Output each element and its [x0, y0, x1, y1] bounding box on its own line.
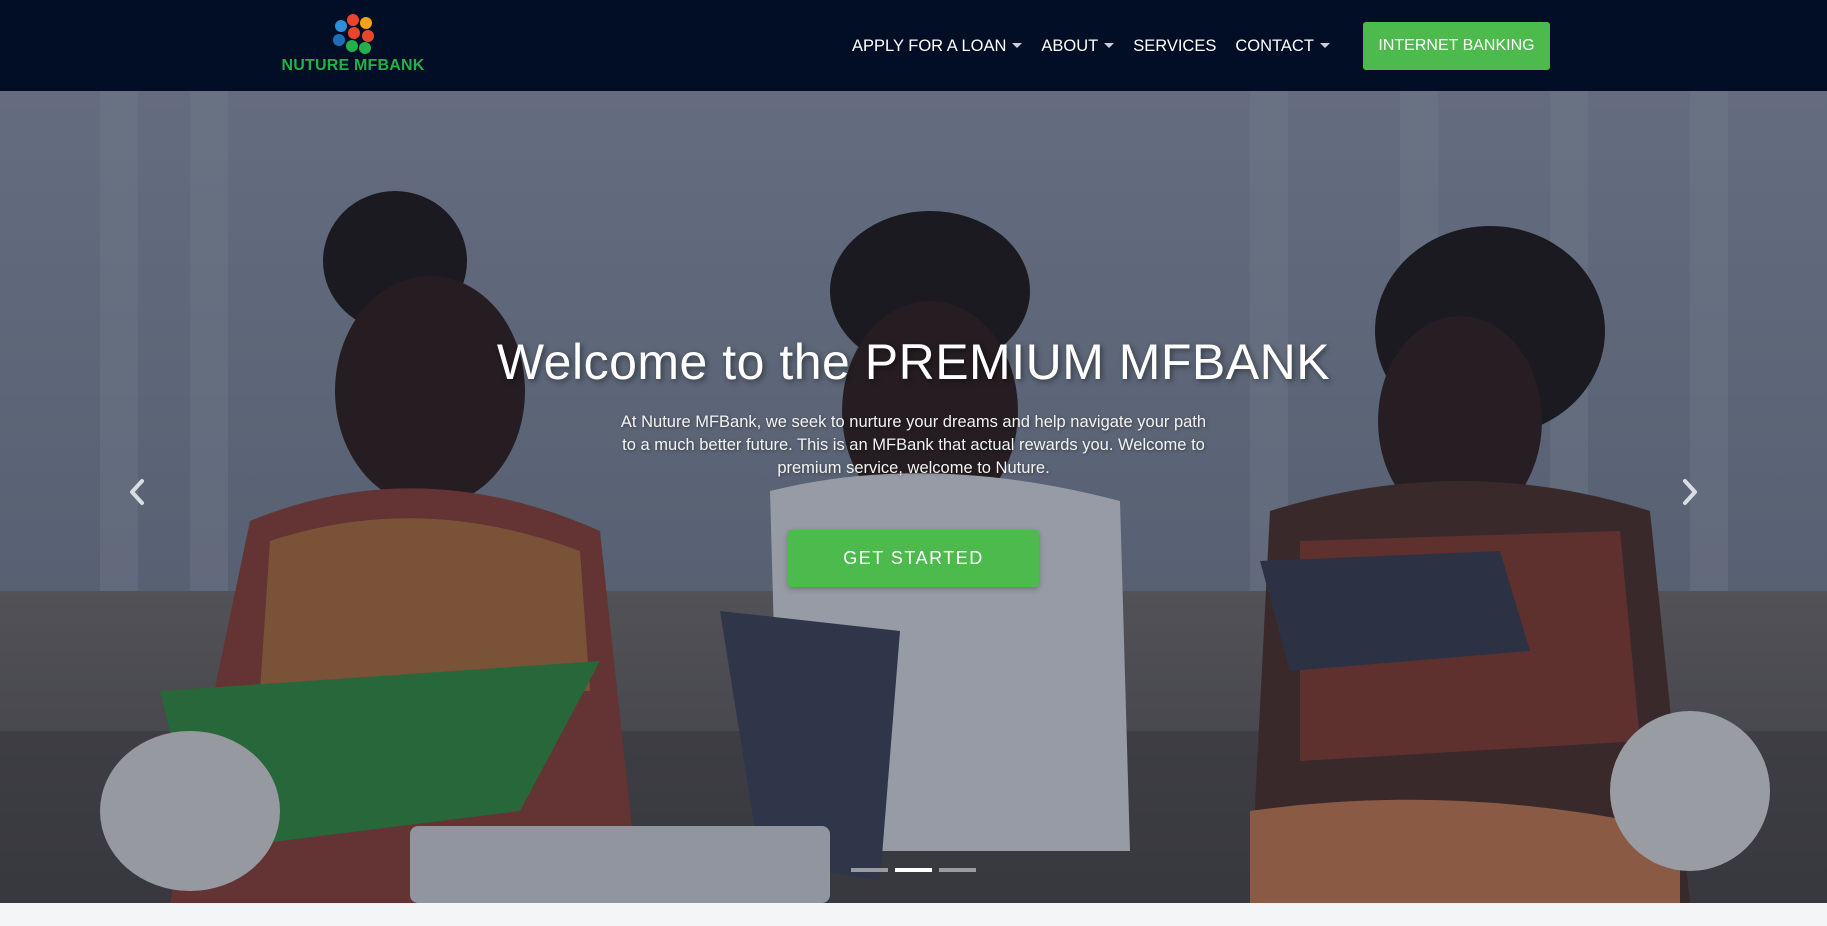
dotted-circle-logo-icon — [331, 14, 375, 54]
carousel-indicator-2[interactable] — [895, 868, 932, 872]
internet-banking-button[interactable]: INTERNET BANKING — [1363, 22, 1550, 70]
caret-down-icon — [1104, 42, 1115, 48]
nav-item-label: ABOUT — [1041, 36, 1099, 55]
nav-item-services[interactable]: SERVICES — [1133, 37, 1216, 56]
carousel-indicator-1[interactable] — [851, 868, 888, 872]
hero-title: Welcome to the PREMIUM MFBANK — [496, 334, 1331, 390]
nav-item-label: SERVICES — [1133, 36, 1217, 55]
carousel-next-button[interactable] — [1670, 472, 1710, 512]
nav-item-about[interactable]: ABOUT — [1041, 36, 1115, 56]
next-section-edge — [0, 903, 1827, 926]
hero-overlay — [0, 91, 1827, 903]
nav-item-apply-for-a-loan[interactable]: APPLY FOR A LOAN — [852, 36, 1023, 56]
nav-item-contact[interactable]: CONTACT — [1235, 37, 1330, 56]
chevron-left-icon — [130, 479, 144, 505]
brand-logo-link[interactable]: NUTURE MFBANK — [277, 14, 429, 76]
hero-carousel: Welcome to the PREMIUM MFBANK At Nuture … — [0, 91, 1827, 903]
top-navbar: NUTURE MFBANK APPLY FOR A LOAN ABOUT SER… — [0, 0, 1827, 91]
chevron-right-icon — [1683, 479, 1697, 505]
nav-item-label: CONTACT — [1235, 36, 1314, 55]
caret-down-icon — [1319, 42, 1330, 48]
get-started-button[interactable]: GET STARTED — [788, 530, 1039, 587]
carousel-indicator-3[interactable] — [939, 868, 976, 872]
nav-item-label: APPLY FOR A LOAN — [852, 36, 1007, 55]
carousel-indicators — [851, 868, 983, 872]
caret-down-icon — [1012, 42, 1023, 48]
carousel-prev-button[interactable] — [117, 472, 157, 512]
main-nav: APPLY FOR A LOAN ABOUT SERVICES CONTACT — [852, 22, 1349, 70]
hero-description: At Nuture MFBank, we seek to nurture you… — [620, 413, 1207, 477]
brand-name: NUTURE MFBANK — [281, 57, 425, 74]
